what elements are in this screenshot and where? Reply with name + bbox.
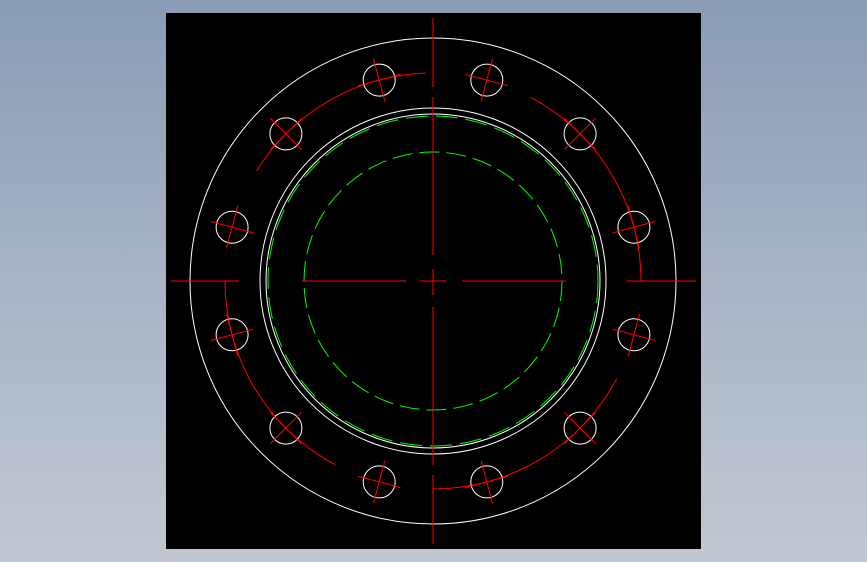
bolt-hole-centerline-tangential — [465, 475, 509, 489]
bolt-hole-centerline-tangential — [357, 73, 401, 87]
cad-viewport[interactable] — [166, 13, 701, 549]
bolt-hole — [563, 117, 597, 151]
bolt-hole — [612, 313, 656, 357]
bolt-hole — [612, 205, 656, 249]
bolt-circle-arc — [432, 378, 618, 490]
bolt-hole — [269, 411, 303, 445]
bolt-hole — [269, 117, 303, 151]
center-lines — [171, 18, 696, 544]
bolt-hole — [357, 58, 401, 102]
flange-drawing — [171, 18, 696, 544]
bolt-circle-arc — [530, 96, 642, 282]
bolt-hole — [465, 58, 509, 102]
bolt-hole-centerline-tangential — [225, 313, 239, 357]
bolt-hole-centerline-tangential — [225, 205, 239, 249]
bolt-hole — [465, 460, 509, 504]
bolt-hole — [210, 205, 254, 249]
bolt-hole — [357, 460, 401, 504]
bolt-hole — [563, 411, 597, 445]
bolt-hole — [210, 313, 254, 357]
bolt-hole-centerline-tangential — [627, 205, 641, 249]
bolt-circle-arc — [224, 280, 336, 466]
bolt-hole-centerline-tangential — [357, 475, 401, 489]
bolt-hole-centerline-tangential — [465, 73, 509, 87]
bolt-hole-centerline-tangential — [627, 313, 641, 357]
